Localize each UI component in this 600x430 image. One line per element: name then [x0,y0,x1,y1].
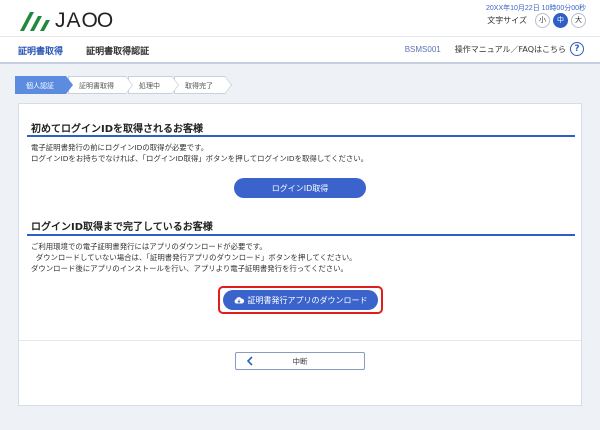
cancel-button[interactable]: 中断 [235,352,365,370]
sub-header-right: BSMS001 操作マニュアル／FAQはこちら ? [405,42,584,56]
help-icon[interactable]: ? [570,42,584,56]
logo-text: JAOO [55,9,113,32]
top-header: JAOO 20XX年10月22日 10時00分00秒 文字サイズ 小 中 大 [0,0,600,36]
font-size-medium-button[interactable]: 中 [553,12,568,28]
login-id-acquire-button[interactable]: ログインID取得 [234,178,366,198]
download-app-button[interactable]: 証明書発行アプリのダウンロード [223,290,378,310]
font-size-small-button[interactable]: 小 [535,12,550,28]
step-complete: 取得完了 [174,76,232,94]
step-certificate-acquire: 証明書取得 [68,76,133,94]
login-id-acquire-label: ログインID取得 [271,183,329,193]
cloud-download-icon [234,297,244,304]
step-personal-auth: 個人認証 [15,76,73,94]
sub-nav: 証明書取得 証明書取得認証 [18,44,149,57]
font-size-large-button[interactable]: 大 [571,12,586,28]
section1-title: 初めてログインIDを取得されるお客様 [31,124,204,135]
font-size-label: 文字サイズ [487,15,527,25]
font-size-control: 文字サイズ 小 中 大 [487,12,586,28]
logo: JAOO [18,9,118,32]
download-app-label: 証明書発行アプリのダウンロード [247,295,368,305]
cancel-label: 中断 [292,356,308,366]
chevron-left-icon [246,356,253,366]
section2-rule [27,234,575,236]
logo-mark-icon [20,12,50,31]
divider [19,340,581,341]
section2-text: ご利用環境での電子証明書発行にはアプリのダウンロードが必要です。 ダウンロードし… [31,242,357,273]
progress-steps: 個人認証 証明書取得 処理中 取得完了 [15,76,232,94]
manual-faq-link[interactable]: 操作マニュアル／FAQはこちら [455,44,566,55]
sub-header: 証明書取得 証明書取得認証 BSMS001 操作マニュアル／FAQはこちら ? [0,36,600,64]
section1-rule [27,135,575,137]
page-title: 証明書取得認証 [86,47,150,57]
screen-id: BSMS001 [404,44,441,54]
section2-title: ログインID取得まで完了しているお客様 [31,222,213,233]
step-processing: 処理中 [128,76,179,94]
nav-certificate-acquire[interactable]: 証明書取得 [18,47,63,57]
section1-text: 電子証明書発行の前にログインIDの取得が必要です。 ログインIDをお持ちでなけれ… [31,143,369,163]
main-panel: 初めてログインIDを取得されるお客様 電子証明書発行の前にログインIDの取得が必… [18,103,582,406]
